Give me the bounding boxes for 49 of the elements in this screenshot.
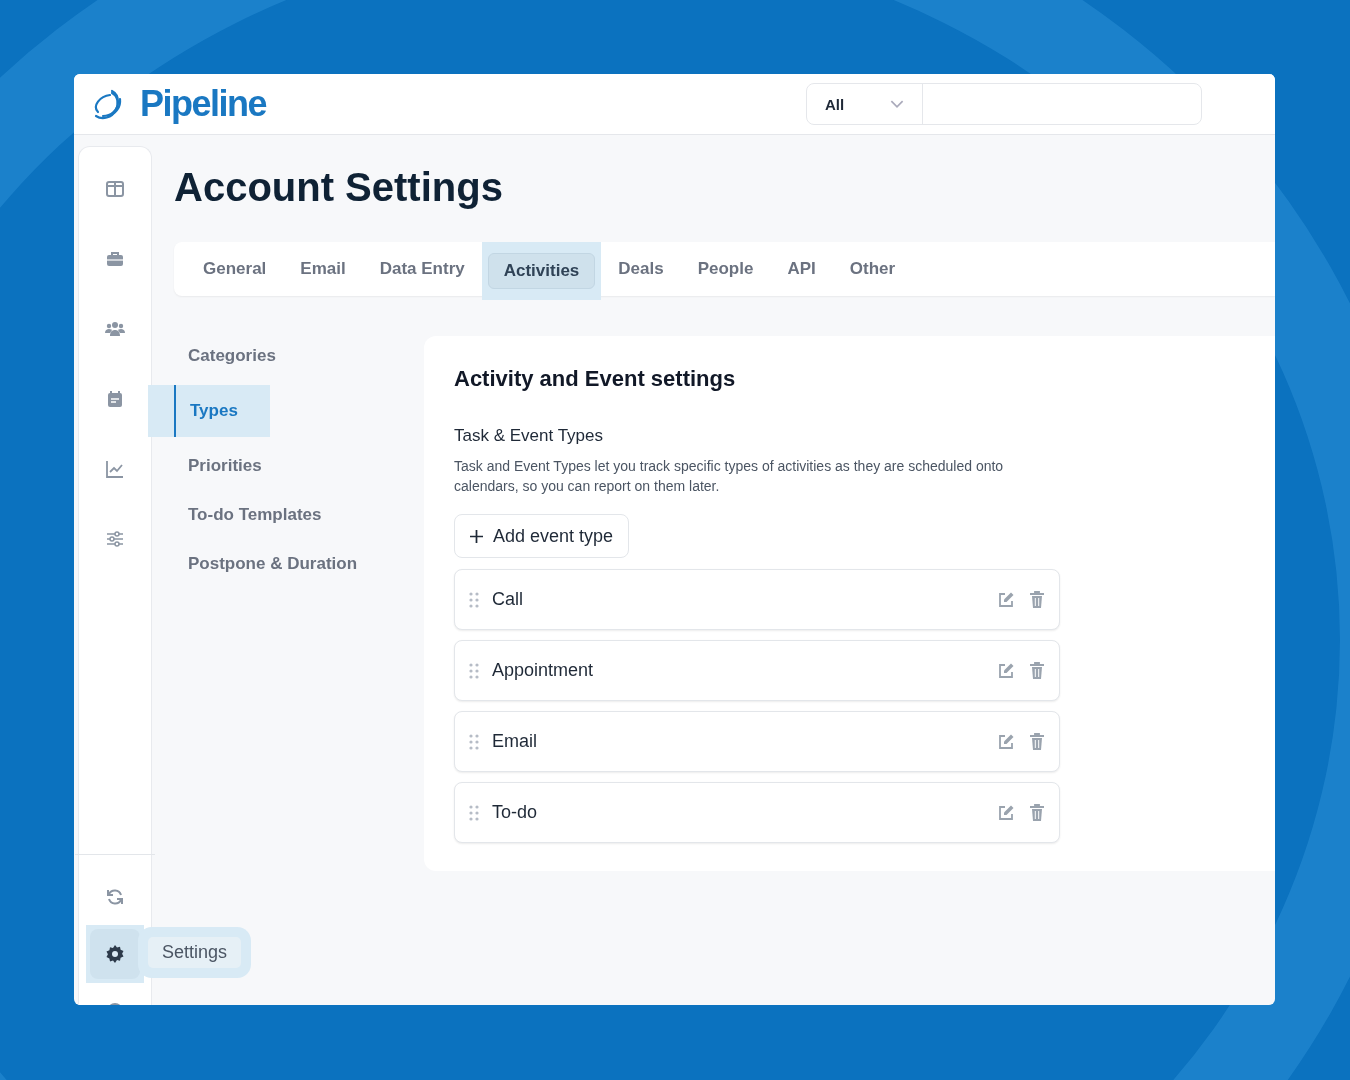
edit-icon[interactable] [997,803,1015,822]
scope-label: All [825,95,845,113]
edit-icon[interactable] [997,590,1015,609]
subnav-item[interactable]: To-do Templates [148,495,362,535]
delete-icon[interactable] [1029,803,1045,822]
sliders-icon [105,529,125,549]
tab[interactable]: General [192,251,278,287]
brand-name: Pipeline [140,83,267,125]
event-type-name: Appointment [492,660,595,681]
scope-dropdown[interactable]: All [807,84,923,124]
line-chart-icon [105,459,125,479]
delete-icon[interactable] [1029,590,1045,609]
refresh-icon [105,887,125,907]
calendar-icon [105,389,125,409]
tab[interactable]: Other [838,251,907,287]
section-description: Task and Event Types let you track specific types of activities as they are scheduled onto calendars, so you can report on them later. [454,457,1005,496]
tab[interactable]: Data Entry [368,251,476,287]
plus-icon [470,529,483,543]
tab[interactable]: API [776,251,827,287]
subnav-item[interactable]: Postpone & Duration [148,544,398,584]
people-icon [105,319,125,339]
chevron-down-icon [890,99,904,109]
settings-icon [105,944,125,964]
add-event-type-button[interactable]: Add event type [454,514,630,558]
tab[interactable]: People [686,251,765,287]
briefcase-icon [105,249,125,269]
page-title: Account Settings [174,165,504,210]
tab[interactable]: Activities [487,253,596,289]
drag-handle-icon[interactable] [469,804,479,821]
edit-icon[interactable] [997,661,1015,680]
event-type-name: Call [492,589,524,610]
delete-icon[interactable] [1029,732,1045,751]
sidebar-button[interactable] [90,929,140,979]
delete-icon[interactable] [1029,661,1045,680]
subnav-item[interactable]: Categories [148,336,316,376]
panel-title: Activity and Event settings [454,366,737,392]
drag-handle-icon[interactable] [469,733,479,750]
event-type-name: Email [492,731,538,752]
subnav-item[interactable]: Types [148,385,270,437]
layout-icon [105,179,125,199]
subnav-item[interactable]: Priorities [148,446,302,486]
section-title: Task & Event Types [454,426,604,446]
search-field[interactable]: All [806,83,1202,125]
event-type-name: To-do [492,802,539,823]
edit-icon[interactable] [997,732,1015,751]
tab[interactable]: Deals [607,251,675,287]
tab[interactable]: Email [289,251,357,287]
drag-handle-icon[interactable] [469,662,479,679]
drag-handle-icon[interactable] [469,591,479,608]
